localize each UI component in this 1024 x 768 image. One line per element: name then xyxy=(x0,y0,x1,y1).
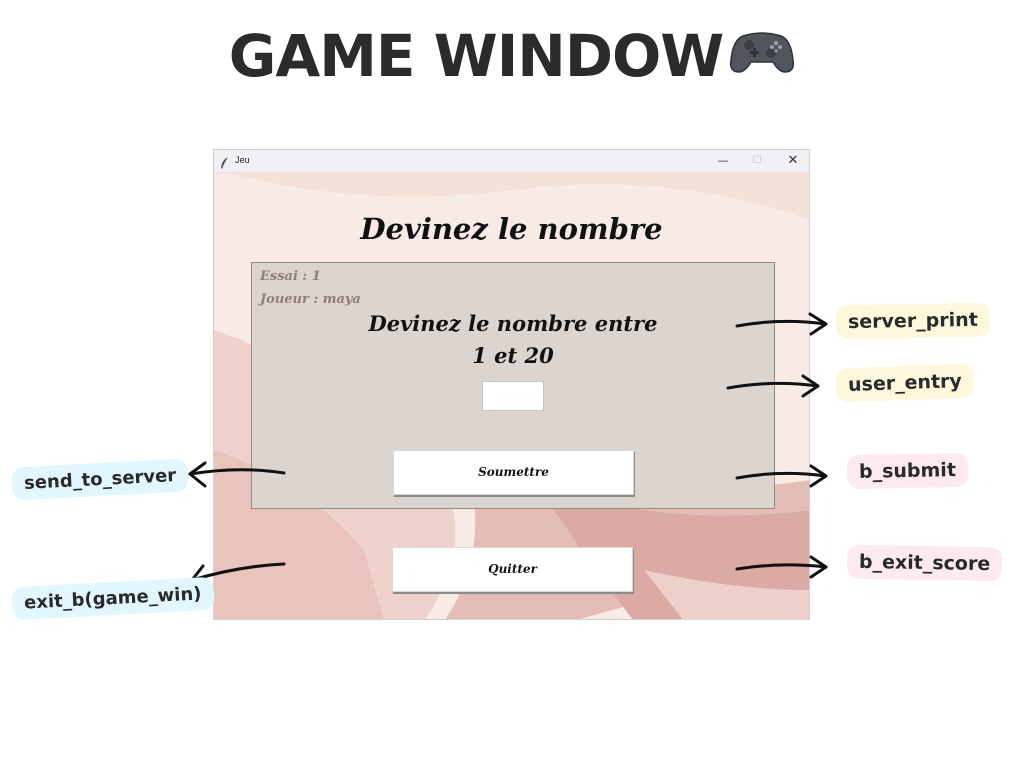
label-server-print: server_print xyxy=(835,302,991,340)
arrow-server-print xyxy=(735,312,828,336)
label-b-submit: b_submit xyxy=(846,452,969,490)
arrow-send-to-server xyxy=(188,461,286,488)
label-user-entry: user_entry xyxy=(835,363,975,403)
arrow-b-submit xyxy=(735,464,828,488)
arrow-user-entry xyxy=(726,374,820,398)
arrow-b-exit-score xyxy=(735,555,828,579)
label-b-exit-score: b_exit_score xyxy=(846,544,1003,582)
